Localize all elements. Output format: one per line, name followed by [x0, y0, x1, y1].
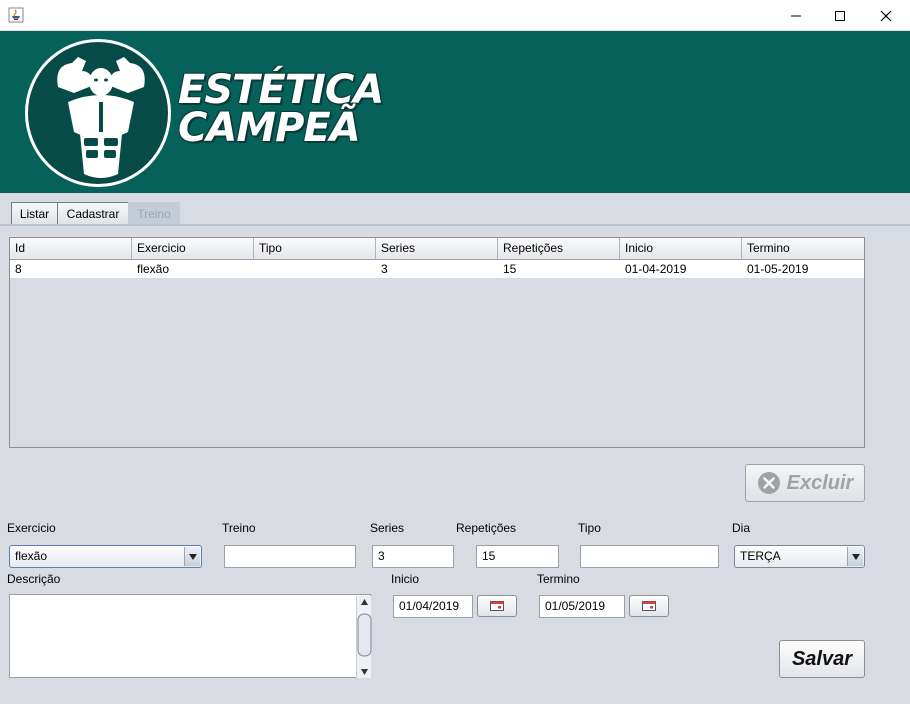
header-banner: ESTÉTICA CAMPEÃ	[0, 31, 910, 193]
repeticoes-field[interactable]: 15	[476, 545, 559, 568]
descricao-label: Descrição	[7, 572, 61, 586]
minimize-icon	[791, 15, 801, 16]
dia-select[interactable]: TERÇA	[734, 545, 865, 568]
brand-line-1: ESTÉTICA	[178, 67, 384, 113]
excluir-button[interactable]: Excluir	[745, 464, 865, 502]
repeticoes-label: Repetições	[456, 521, 517, 535]
close-icon	[880, 10, 892, 21]
dia-label: Dia	[732, 521, 751, 535]
calendar-icon	[490, 601, 504, 611]
minimize-button[interactable]	[773, 0, 819, 31]
table-header: Id Exercicio Tipo Series Repetições Inic…	[10, 238, 864, 260]
treino-field[interactable]	[224, 545, 356, 568]
title-bar	[0, 0, 910, 31]
series-field[interactable]: 3	[372, 545, 454, 568]
table-cell: 15	[503, 262, 517, 276]
table-row[interactable]: 8 flexão 3 15 01-04-2019 01-05-2019	[10, 260, 864, 278]
descricao-value	[10, 595, 370, 601]
exercicio-select[interactable]: flexão	[9, 545, 202, 568]
bodybuilder-logo	[25, 39, 171, 187]
salvar-label: Salvar	[791, 647, 853, 670]
tab-listar[interactable]: Listar	[11, 202, 58, 225]
treino-label: Treino	[222, 521, 256, 535]
column-header-series[interactable]: Series	[376, 238, 498, 259]
tab-treino[interactable]: Treino	[128, 202, 180, 225]
dia-selected-value: TERÇA	[740, 549, 781, 563]
inicio-label: Inicio	[391, 572, 420, 586]
termino-date-field[interactable]: 01/05/2019	[539, 595, 625, 618]
java-app-icon	[8, 7, 24, 23]
scroll-down-icon	[361, 669, 368, 675]
maximize-button[interactable]	[817, 0, 863, 31]
table-cell: 8	[15, 262, 22, 276]
exercicio-label: Exercicio	[7, 521, 56, 535]
table-cell: 01-05-2019	[747, 262, 809, 276]
scroll-up-icon	[361, 599, 368, 605]
vertical-scrollbar[interactable]	[356, 596, 372, 678]
column-header-id[interactable]: Id	[10, 238, 132, 259]
column-header-tipo[interactable]: Tipo	[254, 238, 376, 259]
excluir-label: Excluir	[786, 471, 854, 494]
column-header-termino[interactable]: Termino	[742, 238, 864, 259]
chevron-down-icon[interactable]	[847, 547, 863, 566]
series-label: Series	[370, 521, 405, 535]
column-header-exercicio[interactable]: Exercicio	[132, 238, 254, 259]
close-button[interactable]	[863, 0, 909, 31]
exercicio-selected-value: flexão	[15, 549, 48, 563]
tab-divider	[0, 224, 910, 226]
inicio-date-field[interactable]: 01/04/2019	[393, 595, 473, 618]
termino-calendar-button[interactable]	[629, 595, 669, 617]
table-cell: 01-04-2019	[625, 262, 687, 276]
calendar-icon	[642, 601, 656, 611]
tipo-label: Tipo	[578, 521, 601, 535]
table-cell	[254, 260, 376, 278]
maximize-icon	[835, 10, 845, 21]
salvar-button[interactable]: Salvar	[779, 640, 865, 678]
tab-cadastrar[interactable]: Cadastrar	[57, 202, 129, 225]
treino-table[interactable]: Id Exercicio Tipo Series Repetições Inic…	[9, 237, 865, 448]
tipo-field[interactable]	[580, 545, 719, 568]
chevron-down-icon[interactable]	[184, 547, 200, 566]
brand-line-2: CAMPEÃ	[178, 105, 361, 151]
termino-label: Termino	[537, 572, 580, 586]
column-header-inicio[interactable]: Inicio	[620, 238, 742, 259]
table-cell: 3	[381, 262, 388, 276]
column-header-repeticoes[interactable]: Repetições	[498, 238, 620, 259]
descricao-textarea[interactable]	[9, 594, 372, 678]
inicio-calendar-button[interactable]	[477, 595, 517, 617]
table-cell: flexão	[137, 262, 170, 276]
brand-name: ESTÉTICA CAMPEÃ	[178, 67, 408, 161]
delete-circle-icon	[757, 472, 780, 494]
